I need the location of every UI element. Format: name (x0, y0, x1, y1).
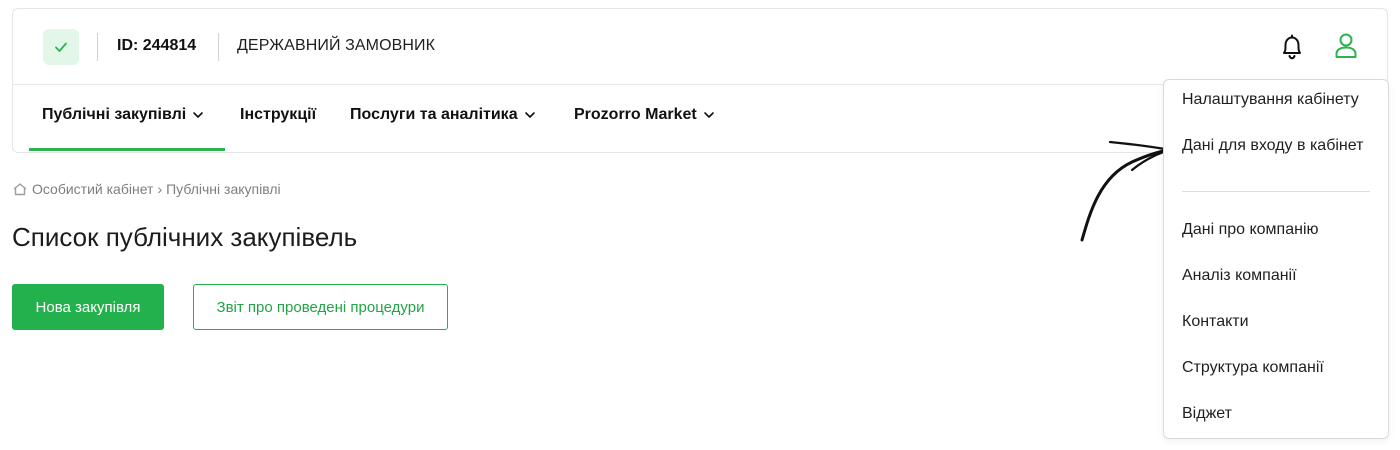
nav-item-services-analytics[interactable]: Послуги та аналітика (350, 106, 536, 124)
divider (218, 33, 219, 61)
breadcrumb-separator: › (157, 181, 163, 197)
check-icon (55, 42, 67, 52)
divider (97, 33, 98, 61)
nav-item-label: Prozorro Market (574, 106, 697, 123)
menu-item-company-data[interactable]: Дані про компанію (1182, 221, 1319, 239)
company-id: ID: 244814 (117, 37, 197, 54)
nav-item-public-procurement[interactable]: Публічні закупівлі (42, 106, 204, 124)
new-procurement-button[interactable]: Нова закупівля (12, 284, 164, 330)
breadcrumb-home[interactable]: Особистий кабінет (32, 181, 153, 197)
verified-badge (43, 29, 79, 65)
nav-item-label: Публічні закупівлі (42, 106, 187, 123)
user-icon[interactable] (1333, 31, 1359, 61)
chevron-down-icon (524, 112, 535, 118)
menu-item-login-data[interactable]: Дані для входу в кабінет (1182, 137, 1363, 155)
menu-item-company-analysis[interactable]: Аналіз компанії (1182, 267, 1297, 285)
nav-item-label: Послуги та аналітика (350, 106, 518, 123)
procedures-report-button[interactable]: Звіт про проведені процедури (193, 284, 448, 330)
profile-dropdown-menu: Налаштування кабінету Дані для входу в к… (1163, 79, 1389, 439)
breadcrumb: Особистий кабінет › Публічні закупівлі (12, 181, 281, 197)
bell-icon[interactable] (1279, 33, 1305, 61)
breadcrumb-current: Публічні закупівлі (166, 181, 281, 197)
home-icon[interactable] (12, 182, 28, 196)
page-title: Список публічних закупівель (12, 222, 358, 252)
nav-item-label: Інструкції (240, 106, 317, 123)
menu-item-widget[interactable]: Віджет (1182, 405, 1232, 423)
menu-divider (1182, 191, 1370, 192)
menu-item-cabinet-settings[interactable]: Налаштування кабінету (1182, 91, 1359, 109)
user-role: ДЕРЖАВНИЙ ЗАМОВНИК (237, 37, 436, 54)
menu-item-company-structure[interactable]: Структура компанії (1182, 359, 1324, 377)
menu-item-contacts[interactable]: Контакти (1182, 313, 1249, 331)
nav-item-instructions[interactable]: Інструкції (240, 106, 316, 124)
chevron-down-icon (703, 112, 714, 118)
chevron-down-icon (193, 112, 204, 118)
active-tab-indicator (29, 148, 225, 151)
nav-item-prozorro-market[interactable]: Prozorro Market (574, 106, 715, 124)
top-bar: ID: 244814 ДЕРЖАВНИЙ ЗАМОВНИК (13, 9, 1387, 85)
